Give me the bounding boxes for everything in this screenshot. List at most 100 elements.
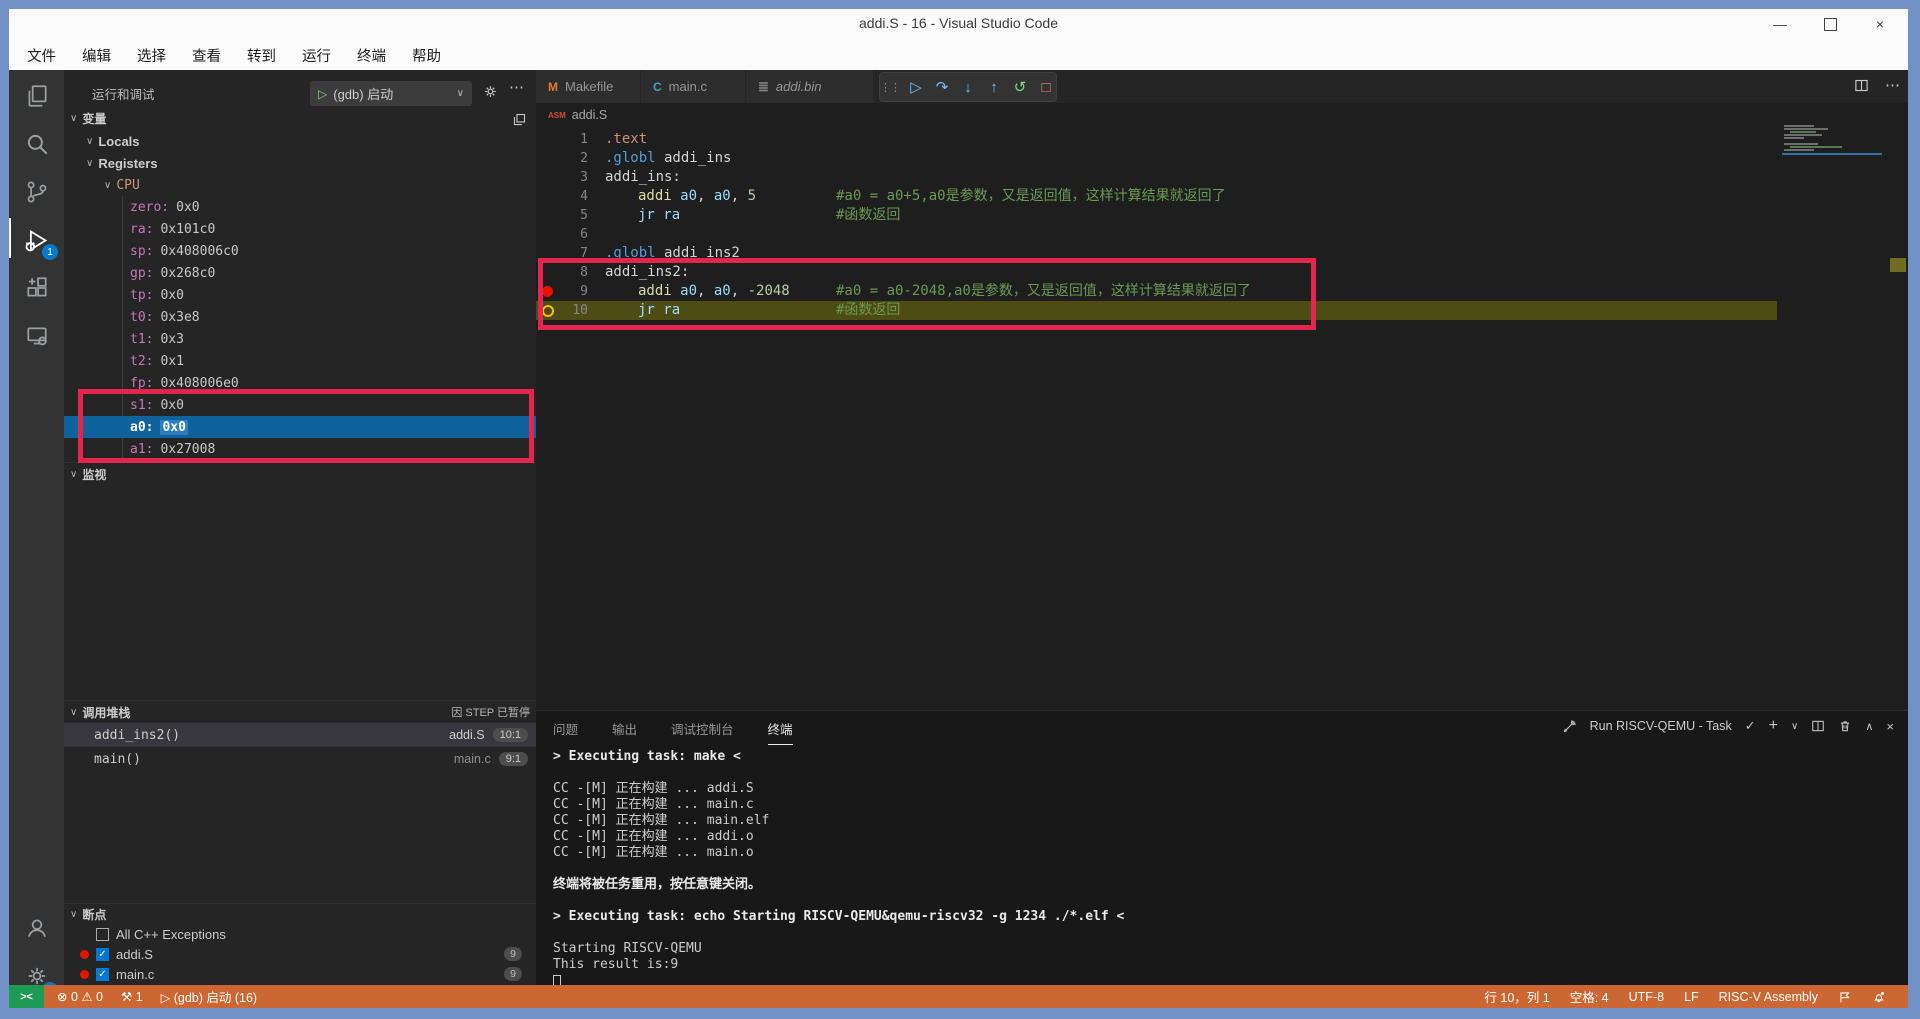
code-line-2[interactable]: 2 .globl addi_ins (536, 149, 1908, 168)
status-cursor-position[interactable]: 行 10，列 1 (1484, 987, 1549, 1006)
remote-explorer-icon[interactable] (9, 312, 64, 360)
more-actions-icon[interactable]: ⋯ (509, 78, 524, 96)
menu-item[interactable]: 运行 (302, 45, 331, 66)
collapse-all-icon[interactable] (512, 112, 527, 127)
stop-button[interactable]: □ (1036, 76, 1056, 98)
minimize-button[interactable]: — (1766, 11, 1794, 37)
stack-frame-row[interactable]: main() main.c 9:1 (64, 747, 536, 771)
breakpoint-checkbox[interactable]: ✓ (96, 967, 109, 981)
tree-item-registers[interactable]: ∨ Registers (64, 152, 558, 174)
step-out-button[interactable]: ↑ (984, 76, 1004, 98)
breakpoint-row[interactable]: ✓ main.c 9 (64, 964, 536, 984)
watch-section-header[interactable]: ∨ 监视 (64, 462, 542, 485)
variables-section-header[interactable]: ∨ 变量 (64, 106, 542, 130)
editor-tab-main-c[interactable]: Cmain.c (641, 70, 746, 103)
terminal-task-label[interactable]: Run RISCV-QEMU - Task (1590, 719, 1732, 733)
register-row-ra[interactable]: ra: 0x101c0 (64, 218, 536, 240)
panel-tab-item[interactable]: 问题 (553, 719, 578, 745)
split-editor-icon[interactable] (1854, 78, 1869, 93)
minimap[interactable] (1782, 125, 1888, 167)
code-line-6[interactable]: 6 (536, 225, 1908, 244)
register-row-a0[interactable]: a0: 0x0 (64, 416, 536, 438)
notifications-bell-icon[interactable] (1872, 990, 1886, 1004)
menu-item[interactable]: 转到 (247, 45, 276, 66)
line-number: 2 (580, 151, 588, 166)
tree-item-cpu[interactable]: ∨ CPU (64, 174, 576, 196)
status-eol[interactable]: LF (1684, 990, 1699, 1004)
register-row-s1[interactable]: s1: 0x0 (64, 394, 536, 416)
extensions-icon[interactable] (9, 264, 64, 312)
code-line-10[interactable]: 10 jr ra #函数返回 (536, 301, 1908, 320)
close-button[interactable]: × (1866, 11, 1894, 37)
menu-item[interactable]: 查看 (192, 45, 221, 66)
new-terminal-icon[interactable]: + (1769, 717, 1778, 735)
kill-terminal-icon[interactable] (1838, 719, 1852, 733)
register-value: 0x101c0 (160, 221, 216, 237)
register-row-zero[interactable]: zero: 0x0 (64, 196, 536, 218)
breakpoint-checkbox[interactable] (96, 927, 109, 941)
remote-indicator[interactable]: >< (9, 985, 44, 1008)
register-row-a1[interactable]: a1: 0x27008 (64, 438, 536, 460)
continue-button[interactable]: ▷ (906, 76, 926, 98)
call-stack-section-header[interactable]: ∨ 调用堆栈 因 STEP 已暂停 (64, 700, 542, 723)
register-row-t1[interactable]: t1: 0x3 (64, 328, 536, 350)
panel-tab-item[interactable]: 输出 (612, 719, 637, 745)
explorer-icon[interactable] (9, 72, 64, 120)
status-indentation[interactable]: 空格: 4 (1570, 987, 1609, 1006)
code-line-5[interactable]: 5 jr ra #函数返回 (536, 206, 1908, 225)
breakpoint-row[interactable]: ✓ addi.S 9 (64, 944, 536, 964)
code-line-1[interactable]: 1 .text (536, 130, 1908, 149)
status-language-mode[interactable]: RISC-V Assembly (1719, 990, 1818, 1004)
feedback-icon[interactable] (1838, 990, 1852, 1004)
panel-tab-active[interactable]: 终端 (767, 719, 793, 745)
editor-tab-addi-bin[interactable]: ≣ addi.bin (746, 70, 874, 103)
launch-config-dropdown[interactable]: ▷ (gdb) 启动 ∨ (310, 81, 472, 106)
terminal-dropdown-icon[interactable]: ∨ (1791, 721, 1798, 732)
maximize-button[interactable] (1816, 11, 1844, 37)
source-control-icon[interactable] (9, 168, 64, 216)
accounts-icon[interactable] (9, 904, 64, 952)
step-into-button[interactable]: ↓ (958, 76, 978, 98)
menu-item[interactable]: 终端 (357, 45, 386, 66)
menu-item[interactable]: 编辑 (82, 45, 111, 66)
code-line-8[interactable]: 8 addi_ins2: (536, 263, 1908, 282)
breakpoint-checkbox[interactable]: ✓ (96, 947, 109, 961)
menu-item[interactable]: 帮助 (412, 45, 441, 66)
register-row-t0[interactable]: t0: 0x3e8 (64, 306, 536, 328)
code-line-4[interactable]: 4 addi a0, a0, 5 #a0 = a0+5,a0是参数，又是返回值，这样… (536, 187, 1908, 206)
register-row-sp[interactable]: sp: 0x408006c0 (64, 240, 536, 262)
run-and-debug-icon[interactable]: 1 (9, 216, 64, 264)
toolbar-drag-grip[interactable]: ⋮⋮ (880, 76, 901, 98)
register-row-t2[interactable]: t2: 0x1 (64, 350, 536, 372)
status-problems[interactable]: ⊗ 0 ⚠ 0 (57, 989, 103, 1004)
search-icon[interactable] (9, 120, 64, 168)
breadcrumb[interactable]: ASM addi.S (548, 103, 607, 127)
status-debug-session[interactable]: ▷ (gdb) 启动 (16) (161, 987, 257, 1006)
code-editor[interactable]: 1 .text 2 .globl addi_ins 3 addi_ins: 4 addi a0… (536, 127, 1908, 710)
step-over-button[interactable]: ↷ (932, 76, 952, 98)
register-row-tp[interactable]: tp: 0x0 (64, 284, 536, 306)
register-row-gp[interactable]: gp: 0x268c0 (64, 262, 536, 284)
editor-tab-Makefile[interactable]: M Makefile (536, 70, 641, 103)
tree-item-locals[interactable]: ∨ Locals (64, 130, 558, 152)
register-row-fp[interactable]: fp: 0x408006e0 (64, 372, 536, 394)
panel-tab-item[interactable]: 调试控制台 (671, 719, 734, 745)
code-line-3[interactable]: 3 addi_ins: (536, 168, 1908, 187)
code-line-7[interactable]: 7 .globl addi_ins2 (536, 244, 1908, 263)
breakpoints-section-header[interactable]: ∨ 断点 (64, 903, 542, 924)
code-line-9[interactable]: 9 addi a0, a0, -2048 #a0 = a0-2048,a0是参数，又… (536, 282, 1908, 301)
status-encoding[interactable]: UTF-8 (1629, 990, 1664, 1004)
terminal-output[interactable]: > Executing task: make < CC -[M] 正在构建 ...… (553, 749, 1893, 989)
close-panel-icon[interactable]: × (1886, 719, 1894, 734)
status-tasks[interactable]: ⚒ 1 (121, 989, 143, 1004)
start-debug-icon[interactable]: ▷ (318, 87, 327, 101)
restart-button[interactable]: ↺ (1010, 76, 1030, 98)
stack-frame-row[interactable]: addi_ins2() addi.S 10:1 (64, 723, 536, 747)
menu-item[interactable]: 选择 (137, 45, 166, 66)
split-terminal-icon[interactable] (1811, 719, 1825, 733)
menu-item[interactable]: 文件 (27, 45, 56, 66)
maximize-panel-icon[interactable]: ∧ (1865, 720, 1873, 733)
breakpoint-row[interactable]: All C++ Exceptions (64, 924, 536, 944)
debug-settings-gear-icon[interactable] (482, 83, 499, 100)
more-actions-icon[interactable]: ⋯ (1885, 76, 1900, 94)
